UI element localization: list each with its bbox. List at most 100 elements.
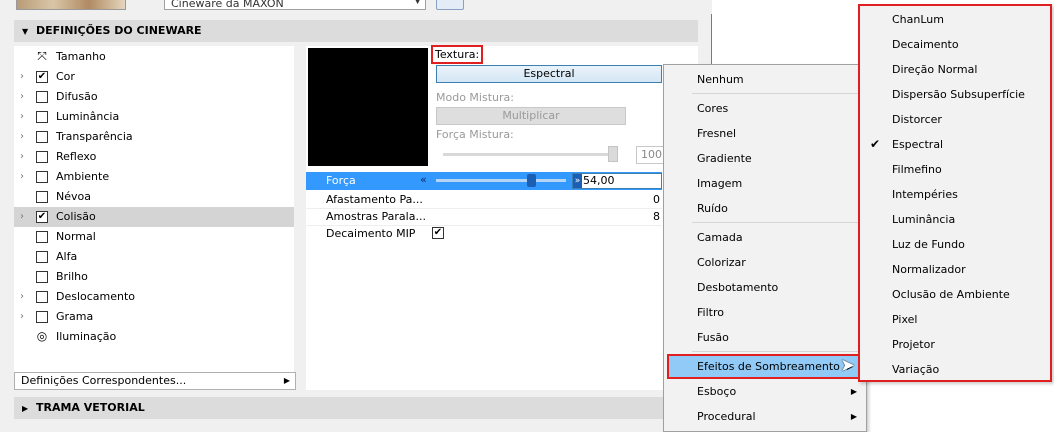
channel-row[interactable]: › ✔ Colisão [14, 207, 294, 227]
channel-row[interactable]: › Luminância [14, 107, 294, 127]
menu-item[interactable]: Camada [665, 225, 865, 250]
channel-label: Cor [56, 70, 75, 83]
strength-slider-handle[interactable] [527, 174, 536, 187]
channel-row[interactable]: › Grama [14, 307, 294, 327]
submenu-item[interactable]: Luminância [860, 207, 1050, 232]
submenu-item[interactable]: Luz de Fundo [860, 232, 1050, 257]
diamond-right-icon[interactable]: » [573, 174, 582, 188]
strength-row[interactable]: Força « » 54,00 [306, 172, 662, 190]
submenu-item[interactable]: Filmefino [860, 157, 1050, 182]
submenu-item[interactable]: Distorcer [860, 107, 1050, 132]
channel-row[interactable]: Brilho [14, 267, 294, 287]
samples-row[interactable]: Amostras Parala... 8 [306, 208, 662, 226]
submenu-item[interactable]: Intempéries [860, 182, 1050, 207]
channel-checkbox[interactable] [36, 171, 48, 183]
channel-row[interactable]: ◎ Iluminação [14, 327, 294, 347]
menu-item[interactable]: Cores [665, 96, 865, 121]
texture-select-button[interactable]: Espectral [436, 65, 662, 83]
channel-label: Reflexo [56, 150, 97, 163]
channel-checkbox[interactable] [36, 111, 48, 123]
submenu-item[interactable]: Decaimento [860, 32, 1050, 57]
section-trama-header[interactable]: ▶ TRAMA VETORIAL [14, 397, 698, 419]
blend-strength-slider[interactable] [443, 153, 615, 156]
submenu-item[interactable]: Variação [860, 357, 1050, 382]
channel-checkbox[interactable] [36, 251, 48, 263]
checkmark-icon: ✔ [870, 137, 881, 151]
chevron-right-icon[interactable]: › [20, 127, 24, 147]
channel-row[interactable]: › ✔ Cor [14, 67, 294, 87]
chevron-right-icon[interactable]: › [20, 147, 24, 167]
menu-item[interactable]: Esboço ▶ [665, 379, 865, 404]
channel-checkbox[interactable] [36, 311, 48, 323]
channel-row[interactable]: Névoa [14, 187, 294, 207]
menu-item[interactable]: Ruído [665, 196, 865, 221]
blend-mode-button[interactable]: Multiplicar [436, 107, 626, 125]
submenu-item[interactable]: Normalizador [860, 257, 1050, 282]
menu-item-label: Gradiente [697, 152, 752, 165]
menu-item[interactable]: Filtro [665, 300, 865, 325]
channel-checkbox[interactable] [36, 151, 48, 163]
submenu-item[interactable]: Projetor [860, 332, 1050, 357]
channel-checkbox[interactable] [36, 271, 48, 283]
blend-strength-field[interactable]: 100, [636, 146, 666, 164]
submenu-item[interactable]: Pixel [860, 307, 1050, 332]
menu-item-label: Procedural [697, 410, 756, 423]
chevron-right-icon[interactable]: › [20, 107, 24, 127]
channel-row[interactable]: Alfa [14, 247, 294, 267]
menu-item[interactable]: Efeitos de Sombreamento ▶ [667, 354, 863, 379]
channel-row[interactable]: › Transparência [14, 127, 294, 147]
channel-row[interactable]: ⤧ Tamanho [14, 47, 294, 67]
menu-item[interactable]: Colorizar [665, 250, 865, 275]
channel-checkbox[interactable] [36, 191, 48, 203]
renderer-select[interactable]: Cineware da MAXON ▼ [164, 0, 426, 10]
texture-preview [308, 48, 428, 166]
chevron-right-icon[interactable]: › [20, 307, 24, 327]
submenu-item-label: Normalizador [892, 263, 966, 276]
chevron-right-icon[interactable]: › [20, 207, 24, 227]
chevron-right-icon[interactable]: › [20, 87, 24, 107]
diamond-left-icon[interactable]: « [420, 173, 427, 186]
submenu-item[interactable]: Direção Normal [860, 57, 1050, 82]
submenu-item-label: Dispersão Subsuperfície [892, 88, 1025, 101]
menu-item[interactable]: Nenhum [665, 67, 865, 92]
channel-checkbox[interactable] [36, 131, 48, 143]
mip-falloff-row[interactable]: Decaimento MIP ✔ [306, 225, 662, 243]
chevron-right-icon[interactable]: › [20, 167, 24, 187]
channel-checkbox[interactable] [36, 231, 48, 243]
channel-checkbox[interactable]: ✔ [36, 71, 48, 83]
channel-row[interactable]: › Reflexo [14, 147, 294, 167]
submenu-item[interactable]: ChanLum [860, 7, 1050, 32]
section-title: DEFINIÇÕES DO CINEWARE [36, 24, 202, 37]
blend-strength-slider-handle[interactable] [608, 146, 618, 162]
channel-row[interactable]: › Ambiente [14, 167, 294, 187]
menu-item[interactable]: Desbotamento [665, 275, 865, 300]
menu-item[interactable]: Fresnel [665, 121, 865, 146]
strength-field[interactable]: » 54,00 [572, 173, 662, 189]
section-cineware-header[interactable]: ▼ DEFINIÇÕES DO CINEWARE [14, 20, 698, 42]
chevron-right-icon[interactable]: › [20, 287, 24, 307]
mip-falloff-checkbox[interactable]: ✔ [432, 227, 444, 239]
channel-checkbox[interactable]: ✔ [36, 211, 48, 223]
submenu-item[interactable]: ✔ Espectral [860, 132, 1050, 157]
channel-row[interactable]: › Deslocamento [14, 287, 294, 307]
channel-checkbox[interactable] [36, 91, 48, 103]
menu-item[interactable]: Imagem [665, 171, 865, 196]
offset-value[interactable]: 0 [653, 191, 660, 209]
menu-item[interactable]: Fusão [665, 325, 865, 350]
samples-value[interactable]: 8 [653, 208, 660, 226]
menu-item[interactable]: Gradiente [665, 146, 865, 171]
submenu-item-label: Projetor [892, 338, 935, 351]
submenu-item-label: Variação [892, 363, 940, 376]
material-options-button[interactable] [436, 0, 464, 10]
submenu-item[interactable]: Dispersão Subsuperfície [860, 82, 1050, 107]
chevron-right-icon[interactable]: › [20, 67, 24, 87]
channel-row[interactable]: Normal [14, 227, 294, 247]
material-thumbnail[interactable] [16, 0, 126, 10]
menu-item[interactable]: Procedural ▶ [665, 404, 865, 429]
channel-row[interactable]: › Difusão [14, 87, 294, 107]
submenu-item[interactable]: Oclusão de Ambiente [860, 282, 1050, 307]
matching-settings-button[interactable]: Definições Correspondentes... ▶ [14, 372, 296, 390]
offset-row[interactable]: Afastamento Pa... 0 [306, 191, 662, 209]
strength-slider[interactable] [436, 179, 566, 182]
channel-checkbox[interactable] [36, 291, 48, 303]
